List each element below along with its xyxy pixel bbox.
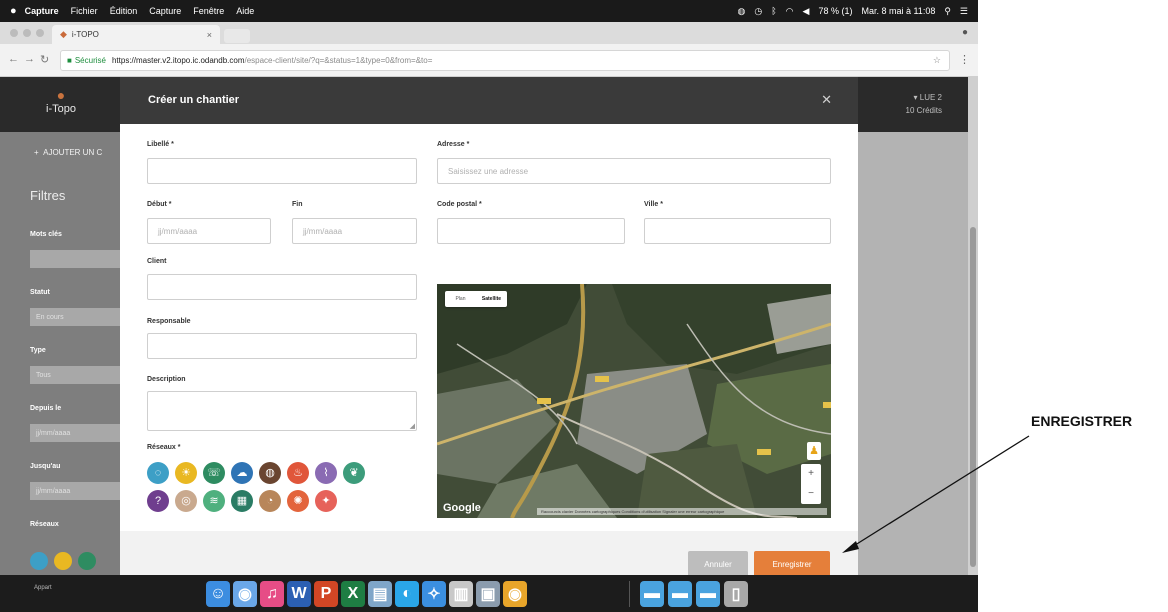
annotation-label: ENREGISTRER xyxy=(1031,413,1133,429)
annotation-arrow xyxy=(842,435,1030,553)
